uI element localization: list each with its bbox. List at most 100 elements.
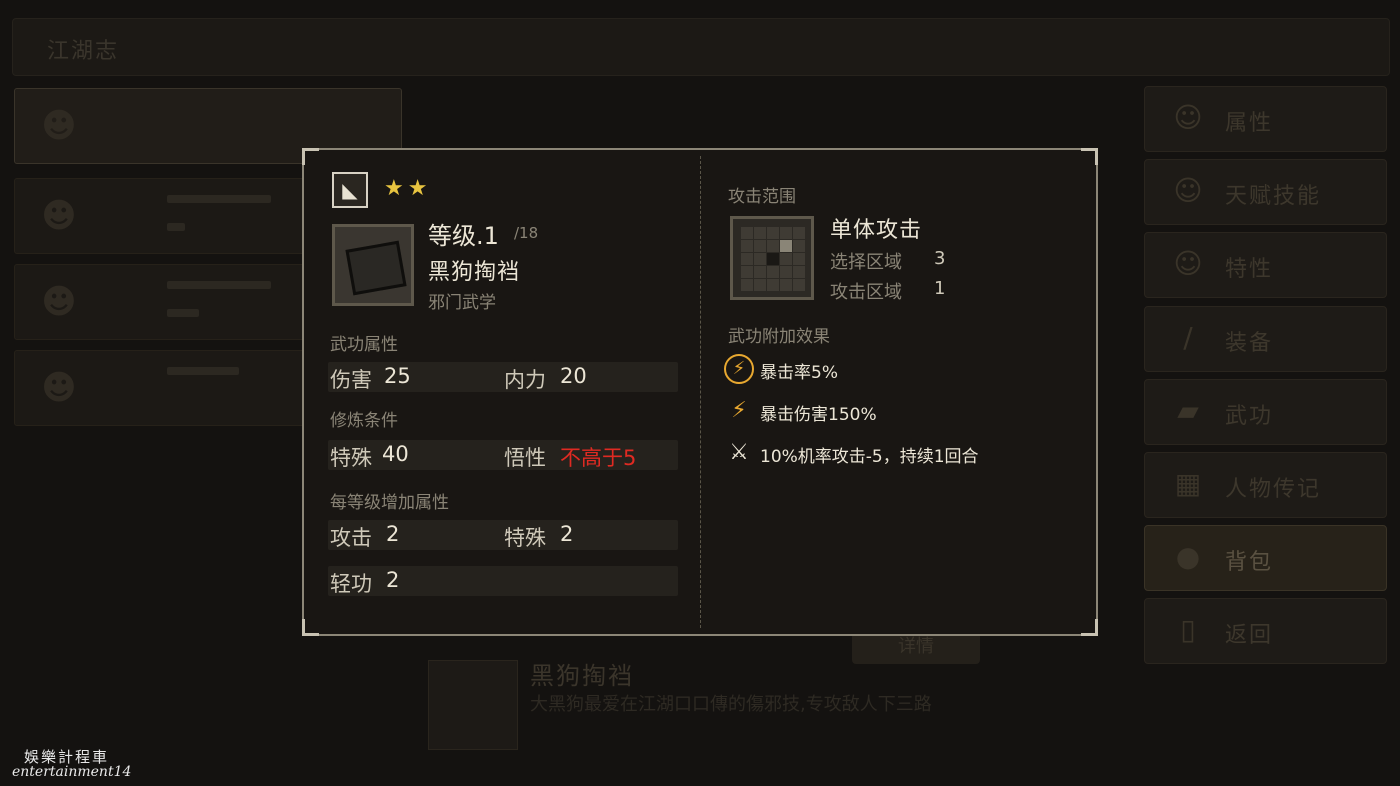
grid-cell bbox=[741, 253, 753, 265]
crit-damage-icon: ⚡ bbox=[731, 398, 747, 423]
stat-row: 攻击 2 特殊 2 bbox=[328, 520, 678, 550]
grid-cell bbox=[741, 266, 753, 278]
stat-label: 特殊 bbox=[504, 526, 546, 550]
top-bar: 江湖志 bbox=[12, 18, 1390, 76]
frame-corner bbox=[302, 619, 319, 636]
menu-label: 属性 bbox=[1225, 111, 1274, 136]
door-icon: ▯ bbox=[1180, 613, 1196, 646]
grid-cell bbox=[741, 227, 753, 239]
menu-biography-button[interactable]: ▦ 人物传记 bbox=[1144, 452, 1387, 518]
character-avatar-icon: ☻ bbox=[41, 196, 77, 236]
skill-name: 黑狗掏裆 bbox=[428, 260, 521, 285]
bottom-item-icon bbox=[428, 660, 518, 750]
skill-category: 邪门武学 bbox=[428, 293, 496, 313]
frame-corner bbox=[302, 148, 319, 165]
stat-value: 2 bbox=[386, 568, 400, 592]
attack-type: 单体攻击 bbox=[830, 218, 923, 243]
frame-corner bbox=[1081, 619, 1098, 636]
grid-cell bbox=[754, 279, 766, 291]
grid-cell bbox=[793, 266, 805, 278]
grid-cell bbox=[793, 279, 805, 291]
character-avatar-icon: ☻ bbox=[41, 368, 77, 408]
skill-item-icon bbox=[332, 224, 414, 306]
extra-effects-title: 武功附加效果 bbox=[728, 327, 830, 347]
attack-range-grid bbox=[730, 216, 814, 300]
char-bar bbox=[167, 195, 271, 203]
grid-cell bbox=[741, 279, 753, 291]
char-bar bbox=[167, 223, 185, 231]
grid-cell bbox=[754, 253, 766, 265]
menu-label: 武功 bbox=[1225, 404, 1274, 429]
menu-trait-button[interactable]: ☺ 特性 bbox=[1144, 232, 1387, 298]
grid-cell bbox=[754, 266, 766, 278]
rarity-stars: ★★ bbox=[384, 176, 432, 201]
grid-cell bbox=[754, 240, 766, 252]
panel-divider bbox=[700, 156, 701, 628]
menu-attributes-button[interactable]: ☺ 属性 bbox=[1144, 86, 1387, 152]
bag-icon: ● bbox=[1175, 540, 1201, 573]
grid-cell-attack bbox=[767, 253, 779, 265]
stat-label: 轻功 bbox=[330, 572, 372, 596]
grid-cell bbox=[793, 227, 805, 239]
stat-label: 特殊 bbox=[330, 446, 372, 470]
menu-martial-arts-button[interactable]: ▰ 武功 bbox=[1144, 379, 1387, 445]
grid-cell bbox=[793, 253, 805, 265]
skill-type-icon: ◣ bbox=[332, 172, 368, 208]
attack-zone-value: 1 bbox=[934, 278, 946, 299]
menu-label: 特性 bbox=[1225, 257, 1274, 282]
stat-value: 2 bbox=[386, 522, 400, 546]
stat-label: 伤害 bbox=[330, 368, 372, 392]
stat-label: 悟性 bbox=[504, 446, 546, 470]
stat-value: 20 bbox=[560, 364, 587, 388]
trait-icon: ☺ bbox=[1173, 247, 1203, 280]
menu-talent-button[interactable]: ☺ 天赋技能 bbox=[1144, 159, 1387, 225]
scroll-icon: ▦ bbox=[1174, 467, 1202, 500]
section-title-per-level: 每等级增加属性 bbox=[330, 493, 449, 513]
bottom-item-desc: 大黑狗最爱在江湖口口傳的傷邪技,专攻敌人下三路 bbox=[530, 694, 932, 715]
attack-range-title: 攻击范围 bbox=[728, 187, 796, 207]
grid-cell bbox=[793, 240, 805, 252]
menu-label: 人物传记 bbox=[1225, 477, 1322, 502]
effect-text: 暴击率5% bbox=[760, 363, 838, 383]
menu-label: 背包 bbox=[1225, 550, 1274, 575]
stat-label: 攻击 bbox=[330, 526, 372, 550]
screen-title: 江湖志 bbox=[47, 39, 120, 64]
menu-return-button[interactable]: ▯ 返回 bbox=[1144, 598, 1387, 664]
menu-label: 装备 bbox=[1225, 331, 1274, 356]
talent-icon: ☺ bbox=[1173, 174, 1203, 207]
grid-cell bbox=[780, 253, 792, 265]
character-avatar-icon: ☻ bbox=[41, 282, 77, 322]
grid-cell bbox=[754, 227, 766, 239]
stat-row: 轻功 2 bbox=[328, 566, 678, 596]
stat-value: 2 bbox=[560, 522, 574, 546]
crit-rate-icon: ⚡ bbox=[724, 354, 754, 384]
effect-text: 10%机率攻击-5，持续1回合 bbox=[760, 447, 979, 467]
char-bar bbox=[167, 281, 271, 289]
grid-cell bbox=[780, 227, 792, 239]
stat-label: 内力 bbox=[504, 368, 546, 392]
debuff-sword-icon: ⚔ bbox=[729, 440, 749, 465]
select-zone-value: 3 bbox=[934, 248, 946, 269]
menu-equipment-button[interactable]: / 装备 bbox=[1144, 306, 1387, 372]
grid-cell-selected bbox=[780, 240, 792, 252]
stat-value: 40 bbox=[382, 442, 409, 466]
skill-level: 等级.1 bbox=[428, 222, 499, 250]
char-bar bbox=[167, 309, 199, 317]
menu-bag-button[interactable]: ● 背包 bbox=[1144, 525, 1387, 591]
stat-value-warning: 不高于5 bbox=[560, 446, 637, 470]
stat-row: 伤害 25 内力 20 bbox=[328, 362, 678, 392]
grid-cell bbox=[767, 266, 779, 278]
grid-cell bbox=[767, 227, 779, 239]
menu-label: 天赋技能 bbox=[1225, 184, 1322, 209]
sword-icon: / bbox=[1183, 321, 1193, 354]
skill-level-max: /18 bbox=[514, 224, 539, 242]
section-title-attributes: 武功属性 bbox=[330, 335, 398, 355]
stat-row: 特殊 40 悟性 不高于5 bbox=[328, 440, 678, 470]
grid-cell bbox=[767, 240, 779, 252]
select-zone-label: 选择区域 bbox=[830, 252, 902, 273]
effect-text: 暴击伤害150% bbox=[760, 405, 877, 425]
grid-cell bbox=[741, 240, 753, 252]
skill-detail-modal: ◣ ★★ 等级.1 /18 黑狗掏裆 邪门武学 武功属性 伤害 25 内力 20… bbox=[302, 148, 1098, 636]
scroll-icon bbox=[345, 240, 407, 296]
book-icon: ▰ bbox=[1177, 394, 1199, 427]
